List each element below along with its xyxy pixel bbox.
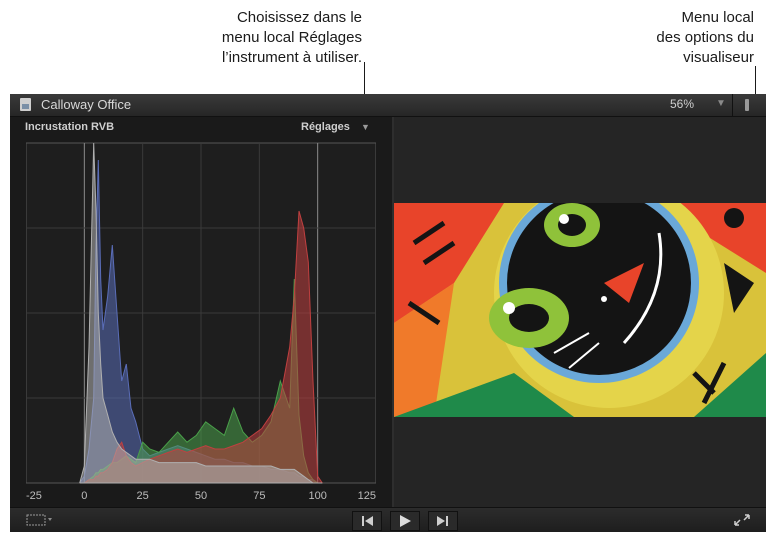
video-frame-image: [394, 203, 766, 417]
histogram-tick-label: 125: [358, 490, 376, 502]
video-scope-panel: Incrustation RVB Réglages ▼ -25 0 25 50 75 10…: [10, 117, 394, 507]
next-frame-button[interactable]: [428, 511, 458, 531]
bottom-toolbar: [10, 507, 766, 532]
settings-chevron-down-icon[interactable]: ▼: [361, 122, 370, 132]
histogram-tick-label: 100: [308, 490, 326, 502]
skip-forward-icon: [437, 516, 448, 526]
title-bar: Calloway Office 56% ▼: [10, 94, 766, 117]
window-title: Calloway Office: [41, 97, 132, 112]
histogram-chart: -25 0 25 50 75 100 125: [26, 142, 376, 502]
histogram-tick-label: -25: [26, 490, 42, 502]
fullscreen-icon: [734, 514, 750, 526]
histogram-tick-label: 0: [81, 490, 87, 502]
viewer-options-callout-line-2: des options du: [656, 29, 754, 46]
viewer-options-icon: [745, 99, 749, 111]
play-button[interactable]: [390, 511, 420, 531]
settings-callout-line-1: Choisissez dans le: [236, 9, 362, 26]
histogram-tick-label: 75: [253, 490, 265, 502]
viewer-window: Calloway Office 56% ▼ Incrustation RVB R…: [10, 94, 766, 532]
skip-back-icon: [362, 516, 373, 526]
settings-callout-line-2: menu local Réglages: [221, 29, 362, 46]
settings-callout: Choisissez dans le menu local Réglages l…: [150, 8, 362, 68]
document-icon: [20, 98, 31, 111]
viewer-options-callout-line-1: Menu local: [681, 9, 754, 26]
viewer-options-button[interactable]: [732, 94, 763, 116]
viewer-options-callout-line-3: visualiseur: [683, 49, 754, 66]
settings-callout-line-3: l’instrument à utiliser.: [221, 49, 362, 66]
zoom-chevron-down-icon[interactable]: ▼: [716, 98, 726, 109]
video-frame: [394, 203, 766, 417]
fullscreen-button[interactable]: [730, 511, 754, 529]
crop-icon: [26, 514, 52, 526]
scope-title: Incrustation RVB: [25, 121, 115, 133]
zoom-level[interactable]: 56%: [670, 97, 694, 111]
viewer-panel: [394, 117, 766, 507]
crop-button[interactable]: [24, 512, 52, 528]
histogram-tick-label: 25: [137, 490, 149, 502]
histogram-tick-label: 50: [195, 490, 207, 502]
play-icon: [400, 515, 411, 527]
previous-frame-button[interactable]: [352, 511, 382, 531]
viewer-options-callout: Menu local des options du visualiseur: [610, 8, 754, 68]
settings-menu[interactable]: Réglages: [301, 121, 350, 133]
